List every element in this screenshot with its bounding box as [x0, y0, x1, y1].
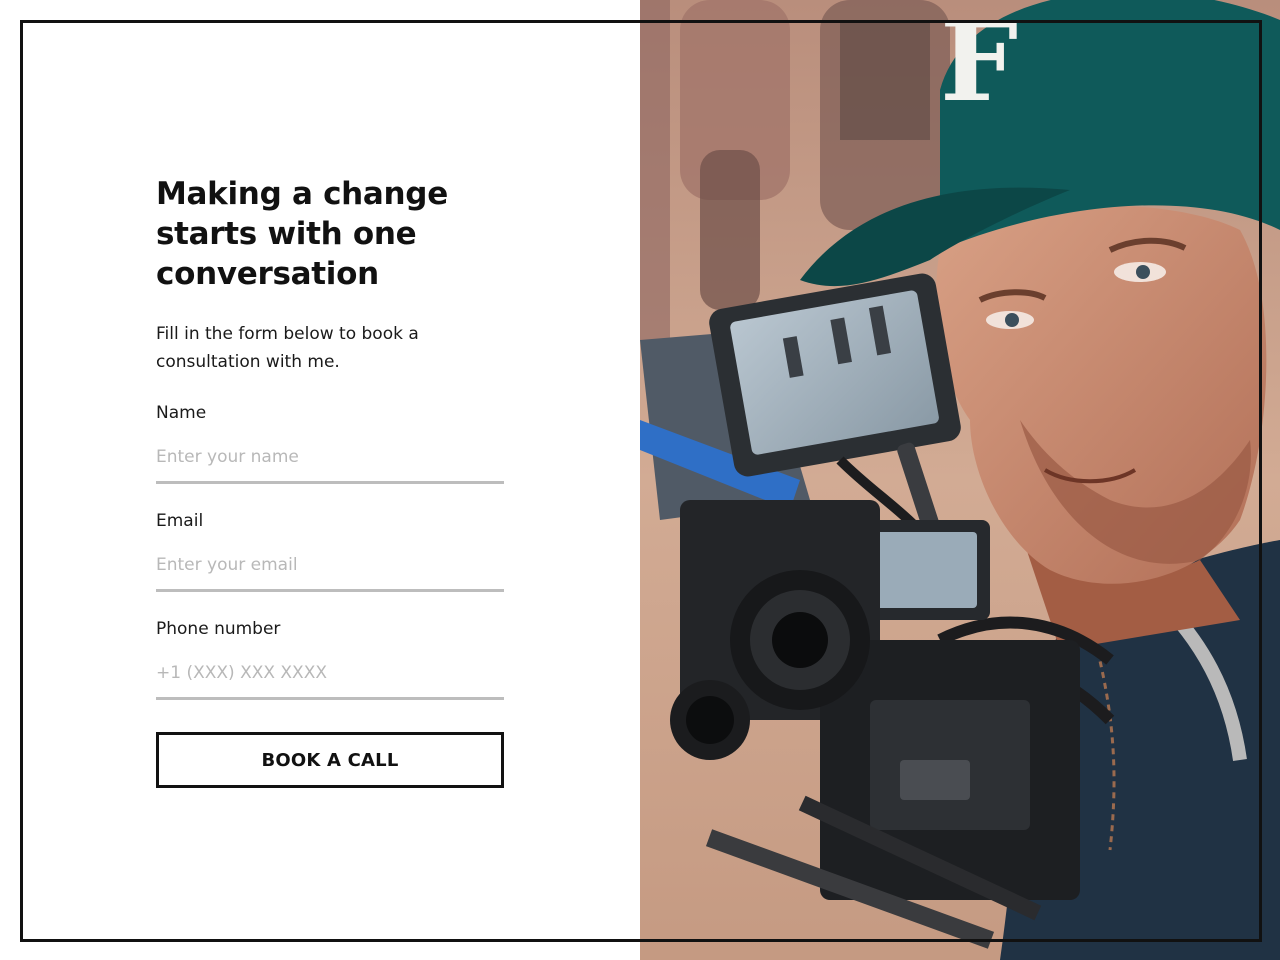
phone-field-group: Phone number	[156, 618, 504, 700]
name-input[interactable]	[156, 432, 504, 484]
email-field-group: Email	[156, 510, 504, 592]
name-field-group: Name	[156, 402, 504, 484]
cameraman-photo: F	[640, 0, 1280, 960]
page-title: Making a change starts with one conversa…	[156, 176, 448, 292]
cap-letter: F	[940, 0, 1018, 126]
page-subtitle: Fill in the form below to book a consult…	[156, 324, 419, 372]
booking-page: F Making a change starts with one conver…	[0, 0, 1280, 960]
phone-label: Phone number	[156, 619, 281, 639]
booking-form-panel: Making a change starts with one conversa…	[156, 174, 504, 788]
name-label: Name	[156, 403, 207, 423]
booking-form: Name Email Phone number BOOK A CALL	[156, 402, 504, 788]
email-label: Email	[156, 511, 204, 531]
email-input[interactable]	[156, 540, 504, 592]
book-a-call-button[interactable]: BOOK A CALL	[156, 732, 504, 788]
phone-input[interactable]	[156, 648, 504, 700]
